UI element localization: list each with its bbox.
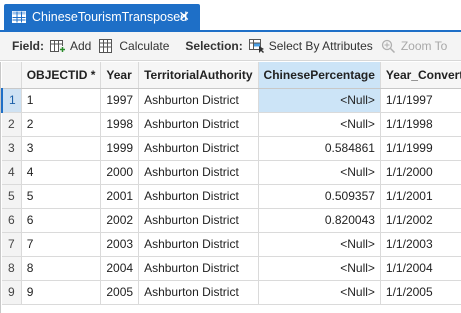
- cell-year[interactable]: 2003: [100, 232, 140, 257]
- selection-group-label: Selection:: [185, 39, 243, 53]
- select-by-attributes-button[interactable]: Select By Attributes: [248, 39, 373, 53]
- cell-objectid[interactable]: 4: [21, 160, 102, 185]
- table-row[interactable]: 7 7 2003 Ashburton District <Null> 1/1/2…: [2, 232, 461, 257]
- calculate-label: Calculate: [119, 39, 170, 53]
- table-icon: [12, 11, 26, 23]
- column-header-chinese-percentage[interactable]: ChinesePercentage: [258, 62, 381, 89]
- cell-chinese-percentage[interactable]: 0.509357: [258, 184, 381, 209]
- cell-chinese-percentage[interactable]: <Null>: [258, 88, 381, 113]
- cell-chinese-percentage[interactable]: <Null>: [258, 256, 381, 281]
- cell-territorial-authority[interactable]: Ashburton District: [138, 208, 259, 233]
- cell-objectid[interactable]: 8: [21, 256, 102, 281]
- cell-year-converted[interactable]: 1/1/2005: [380, 280, 461, 305]
- row-number[interactable]: 2: [2, 112, 22, 137]
- row-number[interactable]: 7: [2, 232, 22, 257]
- row-number[interactable]: 4: [2, 160, 22, 185]
- cell-year[interactable]: 2002: [100, 208, 140, 233]
- calculator-icon: [99, 39, 113, 53]
- row-number[interactable]: 6: [2, 208, 22, 233]
- cell-year[interactable]: 1997: [100, 88, 140, 113]
- zoom-to-button[interactable]: Zoom To: [381, 39, 447, 53]
- tab-title: ChineseTourismTransposed: [32, 10, 188, 24]
- cell-territorial-authority[interactable]: Ashburton District: [138, 112, 259, 137]
- attribute-table-grid: OBJECTID * Year TerritorialAuthority Chi…: [0, 62, 461, 313]
- cell-territorial-authority[interactable]: Ashburton District: [138, 160, 259, 185]
- add-field-button[interactable]: Add: [50, 39, 91, 53]
- cell-year[interactable]: 2001: [100, 184, 140, 209]
- table-row[interactable]: 4 4 2000 Ashburton District <Null> 1/1/2…: [2, 160, 461, 185]
- cell-territorial-authority[interactable]: Ashburton District: [138, 280, 259, 305]
- cell-objectid[interactable]: 5: [21, 184, 102, 209]
- cell-year-converted[interactable]: 1/1/2000: [380, 160, 461, 185]
- select-by-attributes-icon: [248, 39, 264, 53]
- table-row[interactable]: 5 5 2001 Ashburton District 0.509357 1/1…: [2, 184, 461, 209]
- row-number[interactable]: 9: [2, 280, 22, 305]
- cell-objectid[interactable]: 6: [21, 208, 102, 233]
- field-group-label: Field:: [12, 39, 44, 53]
- cell-territorial-authority[interactable]: Ashburton District: [138, 184, 259, 209]
- table-row[interactable]: 6 6 2002 Ashburton District 0.820043 1/1…: [2, 208, 461, 233]
- cell-chinese-percentage[interactable]: 0.584861: [258, 136, 381, 161]
- row-number[interactable]: 1: [1, 88, 22, 113]
- cell-year-converted[interactable]: 1/1/2001: [380, 184, 461, 209]
- zoom-to-icon: [381, 39, 395, 53]
- tab-chinese-tourism-transposed[interactable]: ChineseTourismTransposed ✕: [4, 4, 200, 30]
- cell-territorial-authority[interactable]: Ashburton District: [138, 232, 259, 257]
- select-by-attributes-label: Select By Attributes: [268, 39, 373, 53]
- table-row[interactable]: 8 8 2004 Ashburton District <Null> 1/1/2…: [2, 256, 461, 281]
- cell-objectid[interactable]: 2: [21, 112, 102, 137]
- attribute-table: OBJECTID * Year TerritorialAuthority Chi…: [1, 62, 461, 305]
- cell-year[interactable]: 2005: [100, 280, 140, 305]
- cell-year-converted[interactable]: 1/1/1997: [380, 88, 461, 113]
- cell-chinese-percentage[interactable]: 0.820043: [258, 208, 381, 233]
- row-number[interactable]: 8: [2, 256, 22, 281]
- column-header-year-converted[interactable]: Year_Converted: [380, 62, 461, 89]
- table-row[interactable]: 1 1 1997 Ashburton District <Null> 1/1/1…: [1, 88, 461, 113]
- table-row[interactable]: 3 3 1999 Ashburton District 0.584861 1/1…: [2, 136, 461, 161]
- zoom-to-label: Zoom To: [400, 39, 448, 53]
- cell-year-converted[interactable]: 1/1/1999: [380, 136, 461, 161]
- column-header-objectid[interactable]: OBJECTID *: [21, 62, 102, 89]
- cell-objectid[interactable]: 9: [21, 280, 102, 305]
- calculate-field-button[interactable]: Calculate: [99, 39, 169, 53]
- close-icon[interactable]: ✕: [178, 9, 190, 23]
- table-row[interactable]: 9 9 2005 Ashburton District <Null> 1/1/2…: [2, 280, 461, 305]
- row-number[interactable]: 5: [2, 184, 22, 209]
- select-all-corner[interactable]: [2, 62, 22, 89]
- cell-chinese-percentage[interactable]: <Null>: [258, 112, 381, 137]
- cell-year[interactable]: 1999: [100, 136, 140, 161]
- cell-year[interactable]: 1998: [100, 112, 140, 137]
- table-row[interactable]: 2 2 1998 Ashburton District <Null> 1/1/1…: [2, 112, 461, 137]
- cell-year[interactable]: 2000: [100, 160, 140, 185]
- cell-objectid[interactable]: 7: [21, 232, 102, 257]
- add-field-label: Add: [70, 39, 92, 53]
- tab-strip: ChineseTourismTransposed ✕: [0, 0, 461, 30]
- cell-year-converted[interactable]: 1/1/2004: [380, 256, 461, 281]
- cell-year[interactable]: 2004: [100, 256, 140, 281]
- add-field-icon: [50, 40, 66, 53]
- cell-year-converted[interactable]: 1/1/2003: [380, 232, 461, 257]
- cell-objectid[interactable]: 1: [21, 88, 102, 113]
- column-header-territorial-authority[interactable]: TerritorialAuthority: [138, 62, 259, 89]
- table-toolbar: Field: Add Calculate Selection: Select B…: [0, 32, 461, 61]
- cell-territorial-authority[interactable]: Ashburton District: [138, 256, 259, 281]
- cell-chinese-percentage[interactable]: <Null>: [258, 280, 381, 305]
- cell-chinese-percentage[interactable]: <Null>: [258, 232, 381, 257]
- cell-territorial-authority[interactable]: Ashburton District: [138, 136, 259, 161]
- column-header-year[interactable]: Year: [100, 62, 140, 89]
- cell-objectid[interactable]: 3: [21, 136, 102, 161]
- row-number[interactable]: 3: [2, 136, 22, 161]
- cell-territorial-authority[interactable]: Ashburton District: [138, 88, 259, 113]
- header-row: OBJECTID * Year TerritorialAuthority Chi…: [2, 62, 461, 89]
- cell-year-converted[interactable]: 1/1/1998: [380, 112, 461, 137]
- cell-chinese-percentage[interactable]: <Null>: [258, 160, 381, 185]
- cell-year-converted[interactable]: 1/1/2002: [380, 208, 461, 233]
